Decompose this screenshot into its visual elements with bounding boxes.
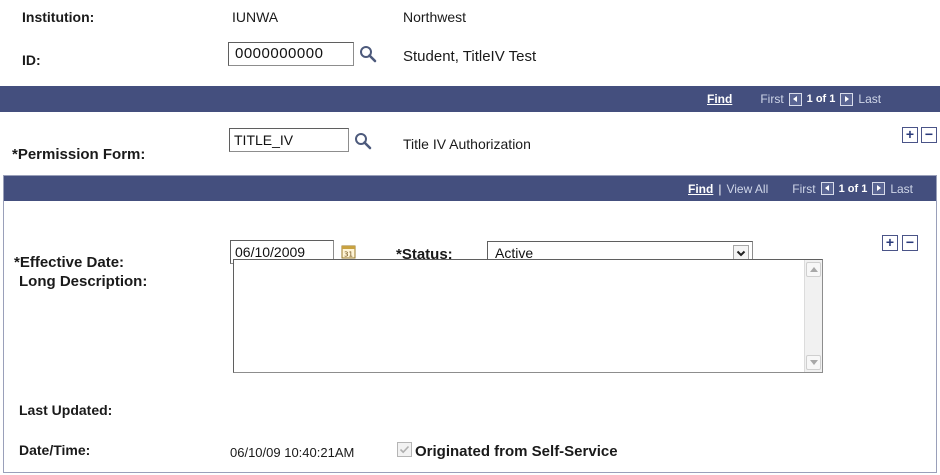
outer-first-label: First [760,92,784,106]
textarea-scrollbar[interactable] [804,260,822,372]
institution-name: Northwest [403,9,467,25]
search-icon[interactable] [358,44,378,64]
scroll-up-icon[interactable] [806,262,821,277]
permission-form-input[interactable]: TITLE_IV [229,128,349,152]
institution-label: Institution: [22,9,95,25]
inner-row-count: 1 of 1 [838,182,868,195]
check-icon [399,445,410,454]
self-service-label: Originated from Self-Service [415,443,618,460]
nav-separator: | [718,181,722,196]
datetime-label: Date/Time: [19,442,91,458]
long-description-textarea[interactable] [233,259,823,373]
outer-nav: Find First 1 of 1 Last [707,86,881,112]
prev-arrow-icon[interactable] [820,182,834,195]
permission-form-label: *Permission Form: [12,146,146,163]
self-service-checkbox [397,442,412,457]
institution-code: IUNWA [232,9,279,25]
long-description-label: Long Description: [19,273,148,290]
calendar-icon[interactable]: 31 [341,244,357,260]
inner-last-label[interactable]: Last [890,182,913,196]
id-label: ID: [22,52,41,68]
delete-row-icon[interactable]: − [921,127,937,143]
prev-arrow-icon[interactable] [788,92,802,106]
outer-last-label[interactable]: Last [858,92,881,106]
inner-nav: Find | View All First 1 of 1 Last [688,176,913,201]
view-all-link[interactable]: View All [726,182,768,196]
outer-row-count: 1 of 1 [806,93,836,105]
next-arrow-icon[interactable] [872,182,886,195]
permission-form-description: Title IV Authorization [403,136,531,152]
inner-first-label: First [792,181,816,196]
outer-find-link[interactable]: Find [707,92,732,106]
add-row-icon[interactable]: + [902,127,918,143]
student-name: Student, TitleIV Test [403,48,537,65]
search-icon[interactable] [353,131,373,151]
datetime-value: 06/10/09 10:40:21AM [230,445,355,460]
inner-find-link[interactable]: Find [688,182,713,196]
delete-row-icon[interactable]: − [902,235,918,251]
last-updated-label: Last Updated: [19,402,113,418]
next-arrow-icon[interactable] [840,92,854,106]
svg-text:31: 31 [344,251,353,259]
scroll-down-icon[interactable] [806,355,821,370]
effective-date-label: *Effective Date: [14,254,125,271]
id-input[interactable]: 0000000000 [228,42,354,66]
add-row-icon[interactable]: + [882,235,898,251]
